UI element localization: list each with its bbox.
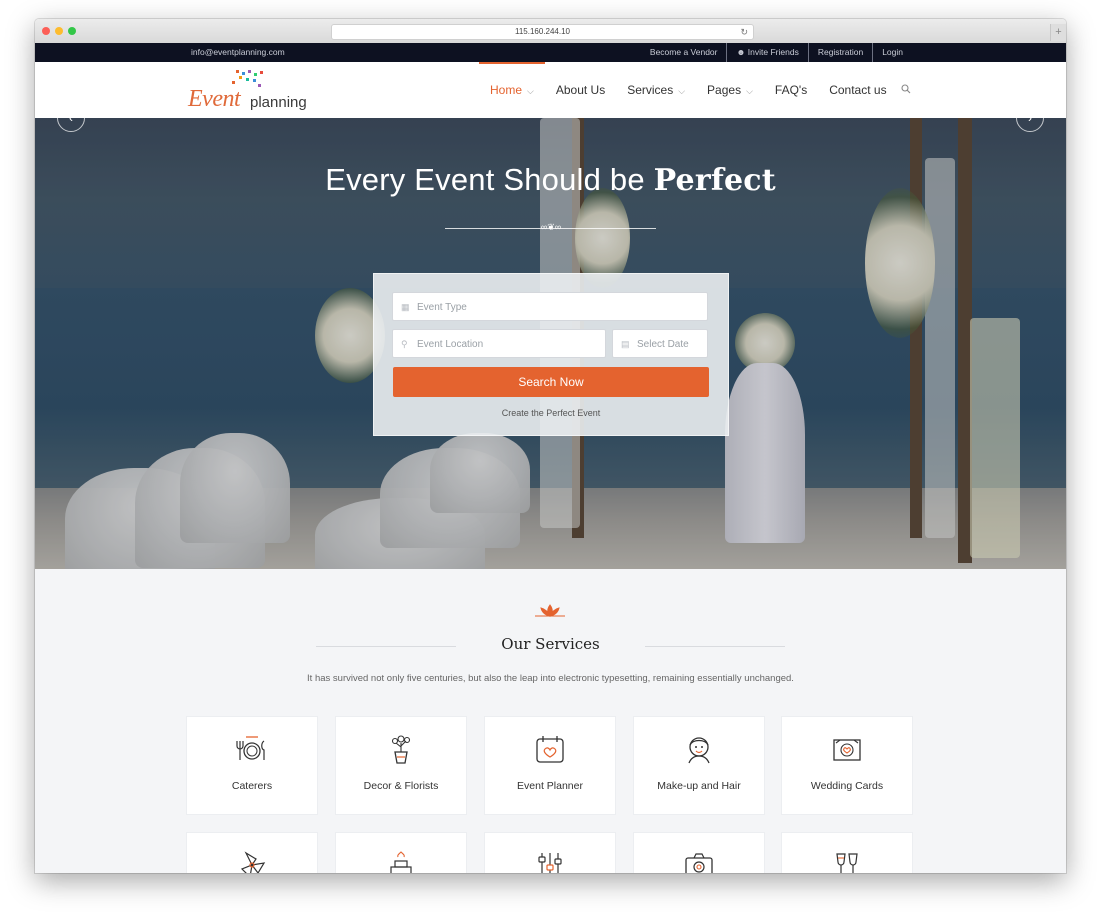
- chevron-down-icon: ⌵: [746, 86, 753, 96]
- pinwheel-icon: [240, 851, 266, 873]
- services-heading: Our Services: [316, 635, 785, 657]
- camera-icon: [685, 853, 713, 873]
- search-icon[interactable]: [901, 83, 911, 97]
- wine-glasses-icon: [836, 853, 858, 873]
- nav-contact[interactable]: Contact us: [829, 62, 886, 118]
- date-picker-input[interactable]: ▤ Select Date: [612, 329, 708, 358]
- service-label: Event Planner: [517, 780, 583, 792]
- maximize-window-button[interactable]: [68, 27, 76, 35]
- service-label: Wedding Cards: [810, 780, 884, 792]
- logo-word-event: Event: [188, 86, 241, 112]
- hero-title-light: Every Event Should be: [325, 162, 645, 197]
- logo-dot: [239, 76, 242, 79]
- hero-banner: ‹ › Every Event Should be Perfect ∞❦∞ ▦ …: [35, 118, 1066, 569]
- chevron-down-icon: ⌵: [527, 86, 534, 96]
- services-description: It has survived not only five centuries,…: [307, 673, 794, 684]
- ornament-divider: ∞❦∞: [445, 222, 656, 232]
- nav-faq[interactable]: FAQ's: [775, 62, 807, 118]
- nav-pages[interactable]: Pages ⌵: [707, 62, 753, 118]
- main-nav: Home ⌵ About Us Services ⌵ Pages ⌵ FAQ's Co…: [479, 62, 911, 118]
- event-type-placeholder: Event Type: [417, 302, 467, 313]
- grid-icon: ▦: [401, 302, 410, 312]
- music-mixer-icon: [538, 853, 562, 873]
- contact-email[interactable]: info@eventplanning.com: [191, 43, 285, 62]
- hero-title-bold: Perfect: [653, 163, 776, 198]
- service-card[interactable]: [782, 833, 912, 873]
- browser-toolbar: 115.160.244.10 ↻ +: [35, 19, 1066, 44]
- service-card-event-planner[interactable]: Event Planner: [485, 717, 615, 814]
- user-plus-icon: ☻: [736, 47, 748, 57]
- logo-dot: [258, 84, 261, 87]
- become-vendor-link[interactable]: Become a Vendor: [641, 43, 727, 62]
- event-search-form: ▦ Event Type ⚲ Event Location ▤ Select D…: [373, 273, 729, 436]
- service-card-makeup[interactable]: Make-up and Hair: [634, 717, 764, 814]
- close-window-button[interactable]: [42, 27, 50, 35]
- logo-dot: [236, 70, 239, 73]
- lotus-icon: [530, 603, 570, 619]
- service-card[interactable]: [634, 833, 764, 873]
- top-links: Become a Vendor ☻ Invite Friends Registr…: [641, 43, 912, 62]
- logo-dot: [232, 81, 235, 84]
- service-card[interactable]: [336, 833, 466, 873]
- nav-home-label: Home: [490, 83, 523, 97]
- nav-about-label: About Us: [555, 83, 606, 97]
- search-now-button[interactable]: Search Now: [393, 367, 709, 397]
- nav-services-label: Services: [627, 83, 674, 97]
- logo-dot: [246, 78, 249, 81]
- service-card-wedding-cards[interactable]: Wedding Cards: [782, 717, 912, 814]
- flower-pot-icon: [391, 735, 411, 764]
- service-label: Caterers: [231, 780, 273, 792]
- registration-link[interactable]: Registration: [807, 43, 872, 62]
- cake-icon: [390, 851, 412, 873]
- site-logo[interactable]: Event planning: [188, 70, 318, 112]
- location-placeholder: Event Location: [417, 339, 484, 350]
- logo-dot: [253, 79, 256, 82]
- reload-icon[interactable]: ↻: [740, 25, 748, 39]
- invite-friends-link[interactable]: ☻ Invite Friends: [726, 43, 807, 62]
- browser-window: 115.160.244.10 ↻ + info@eventplanning.co…: [35, 19, 1066, 873]
- chevron-down-icon: ⌵: [678, 86, 686, 96]
- nav-home[interactable]: Home ⌵: [479, 62, 545, 118]
- logo-dot: [248, 70, 251, 73]
- service-card[interactable]: [485, 833, 615, 873]
- service-card-decor[interactable]: Decor & Florists: [336, 717, 466, 814]
- services-title: Our Services: [501, 635, 600, 653]
- map-pin-icon: ⚲: [401, 339, 408, 349]
- logo-dot: [254, 73, 257, 76]
- address-bar[interactable]: 115.160.244.10 ↻: [331, 24, 754, 40]
- invite-friends-label: Invite Friends: [747, 47, 799, 57]
- site-header: Event planning Home ⌵ About Us Services ⌵ …: [35, 62, 1066, 118]
- top-info-bar: info@eventplanning.com Become a Vendor ☻…: [35, 43, 1066, 62]
- ornament-icon: ∞❦∞: [540, 222, 562, 232]
- plus-icon[interactable]: +: [1050, 24, 1066, 41]
- calendar-icon: ▤: [621, 339, 630, 349]
- search-subtext: Create the Perfect Event: [501, 408, 601, 418]
- address-text: 115.160.244.10: [514, 27, 570, 36]
- logo-dot: [260, 71, 263, 74]
- calendar-heart-icon: [536, 736, 564, 763]
- service-label: Decor & Florists: [363, 780, 439, 792]
- nav-faq-label: FAQ's: [774, 83, 808, 97]
- dining-icon: [236, 736, 265, 760]
- nav-pages-label: Pages: [707, 83, 742, 97]
- login-link[interactable]: Login: [872, 43, 912, 62]
- service-card-caterers[interactable]: Caterers: [187, 717, 317, 814]
- event-type-select[interactable]: ▦ Event Type: [392, 292, 708, 321]
- date-placeholder: Select Date: [637, 339, 689, 350]
- event-location-input[interactable]: ⚲ Event Location: [392, 329, 606, 358]
- service-card[interactable]: [187, 833, 317, 873]
- logo-word-planning: planning: [250, 94, 307, 111]
- logo-dot: [242, 72, 245, 75]
- nav-contact-label: Contact us: [829, 83, 887, 97]
- minimize-window-button[interactable]: [55, 27, 63, 35]
- services-section: Our Services It has survived not only fi…: [35, 569, 1066, 873]
- card-heart-icon: [833, 739, 861, 761]
- service-label: Make-up and Hair: [657, 780, 741, 792]
- makeup-face-icon: [688, 737, 710, 764]
- hero-title: Every Event Should be Perfect: [35, 162, 1066, 198]
- nav-about-us[interactable]: About Us: [556, 62, 605, 118]
- nav-services[interactable]: Services ⌵: [627, 62, 685, 118]
